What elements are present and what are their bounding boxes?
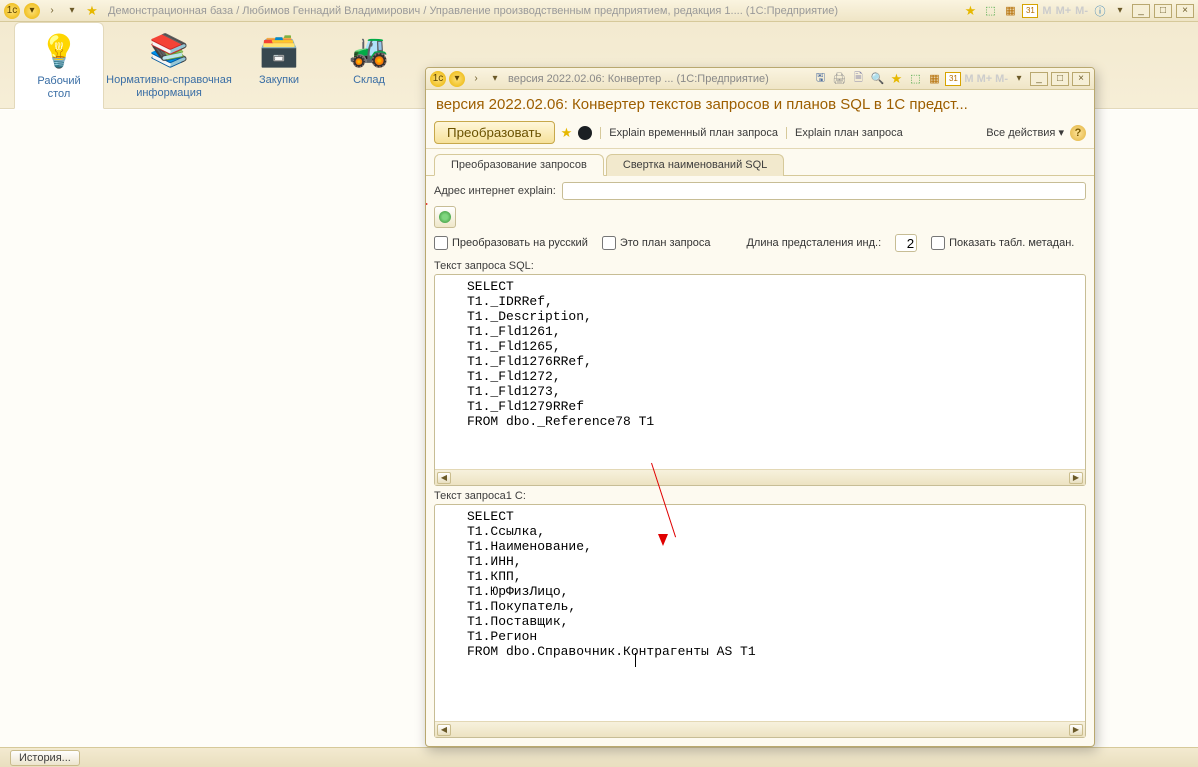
help-icon[interactable]: ? bbox=[1070, 125, 1086, 141]
outer-window-title: Демонстрационная база / Любимов Геннадий… bbox=[108, 5, 838, 17]
outer-minimize-button[interactable]: _ bbox=[1132, 4, 1150, 18]
inner-close-button[interactable]: × bbox=[1072, 72, 1090, 86]
convert-button[interactable]: Преобразовать bbox=[434, 121, 555, 144]
purchases-icon: 🗃️ bbox=[255, 28, 303, 72]
toolbar-item-label: Нормативно-справочная информация bbox=[104, 74, 234, 100]
titlebar-info-dropdown-icon[interactable]: ▾ bbox=[1112, 3, 1128, 19]
chk-metadata-label: Показать табл. метадан. bbox=[949, 237, 1074, 249]
inner-save-icon[interactable]: 🖫 bbox=[812, 71, 828, 87]
nav-forward-icon[interactable]: › bbox=[44, 3, 60, 19]
all-actions-link[interactable]: Все действия ▾ bbox=[986, 126, 1064, 139]
inner-calc-icon[interactable]: ▦ bbox=[926, 71, 942, 87]
inner-app-menu-icon[interactable]: 1c bbox=[430, 71, 446, 87]
inner-mplus-icon[interactable]: M+ bbox=[977, 73, 993, 85]
explain-address-input[interactable] bbox=[562, 182, 1086, 200]
nav-dropdown-icon[interactable]: ▾ bbox=[24, 3, 40, 19]
inner-preview-icon[interactable]: 🗎 bbox=[850, 71, 866, 87]
chk-metadata[interactable]: Показать табл. метадан. bbox=[931, 236, 1074, 250]
inner-star-icon[interactable]: ★ bbox=[888, 71, 904, 87]
titlebar-calc-icon[interactable]: ▦ bbox=[1002, 3, 1018, 19]
inner-nav-dropdown-icon[interactable]: ▾ bbox=[449, 71, 465, 87]
inner-minimize-button[interactable]: _ bbox=[1030, 72, 1048, 86]
scroll-left-button[interactable]: ◀ bbox=[437, 472, 451, 484]
cmd-star-icon[interactable]: ★ bbox=[561, 125, 573, 141]
warehouse-icon: 🚜 bbox=[345, 28, 393, 72]
nav-history-icon[interactable]: ▾ bbox=[64, 3, 80, 19]
outer-maximize-button[interactable]: □ bbox=[1154, 4, 1172, 18]
tab-convert[interactable]: Преобразование запросов bbox=[434, 154, 604, 176]
sql-textarea-wrap: ◀ ▶ bbox=[434, 274, 1086, 486]
titlebar-mminus-icon[interactable]: M- bbox=[1075, 5, 1088, 17]
tab-collapse[interactable]: Свертка наименований SQL bbox=[606, 154, 784, 176]
chk-plan-label: Это план запроса bbox=[620, 237, 711, 249]
inner-tool1-icon[interactable]: ⬚ bbox=[907, 71, 923, 87]
titlebar-info-icon[interactable]: ⓘ bbox=[1092, 3, 1108, 19]
inner-maximize-button[interactable]: □ bbox=[1051, 72, 1069, 86]
favorites-star-icon[interactable]: ★ bbox=[84, 3, 100, 19]
toolbar-item-label: Склад bbox=[324, 74, 414, 87]
explain-address-label: Адрес интернет explain: bbox=[434, 185, 556, 197]
sql-hscrollbar[interactable]: ◀ ▶ bbox=[435, 469, 1085, 485]
chk-metadata-input[interactable] bbox=[931, 236, 945, 250]
result-text-label: Текст запроса1 С: bbox=[434, 490, 1086, 502]
outer-titlebar: 1c ▾ › ▾ ★ Демонстрационная база / Любим… bbox=[0, 0, 1198, 22]
titlebar-star-icon[interactable]: ★ bbox=[962, 3, 978, 19]
titlebar-tool1-icon[interactable]: ⬚ bbox=[982, 3, 998, 19]
inner-titlebar: 1c ▾ › ▾ версия 2022.02.06: Конвертер ..… bbox=[426, 68, 1094, 90]
chevron-down-icon: ▾ bbox=[1058, 127, 1064, 139]
annotation-arrow-convert-icon bbox=[425, 199, 428, 209]
inner-title-full: версия 2022.02.06: Конвертер текстов зап… bbox=[436, 96, 1084, 113]
result-hscrollbar[interactable]: ◀ ▶ bbox=[435, 721, 1085, 737]
toolbar-item-desktop[interactable]: 💡 Рабочий стол bbox=[14, 22, 104, 109]
toolbar-item-reference[interactable]: 📚 Нормативно-справочная информация bbox=[104, 22, 234, 100]
inner-print-icon[interactable]: 🖨 bbox=[831, 71, 847, 87]
scroll-right-button[interactable]: ▶ bbox=[1069, 472, 1083, 484]
converter-window: 1c ▾ › ▾ версия 2022.02.06: Конвертер ..… bbox=[425, 67, 1095, 747]
inner-m-icon[interactable]: M bbox=[964, 73, 973, 85]
outer-close-button[interactable]: × bbox=[1176, 4, 1194, 18]
inner-mminus-icon[interactable]: M- bbox=[995, 73, 1008, 85]
sql-textarea[interactable] bbox=[435, 275, 1085, 469]
chk-russian-label: Преобразовать на русский bbox=[452, 237, 588, 249]
app-menu-icon[interactable]: 1c bbox=[4, 3, 20, 19]
inner-header: версия 2022.02.06: Конвертер текстов зап… bbox=[426, 90, 1094, 117]
statusbar: История... bbox=[0, 747, 1198, 767]
tab-bar: Преобразование запросов Свертка наименов… bbox=[426, 153, 1094, 176]
history-button[interactable]: История... bbox=[10, 750, 80, 766]
open-url-button[interactable] bbox=[434, 206, 456, 228]
main-panel: Адрес интернет explain: Преобразовать на… bbox=[426, 176, 1094, 746]
index-length-label: Длина предсталения инд.: bbox=[746, 237, 881, 249]
explain-plan-link[interactable]: Explain план запроса bbox=[786, 127, 903, 139]
chk-plan[interactable]: Это план запроса bbox=[602, 236, 711, 250]
inner-calendar-icon[interactable]: 31 bbox=[945, 72, 961, 86]
globe-icon bbox=[439, 211, 451, 223]
chk-russian[interactable]: Преобразовать на русский bbox=[434, 236, 588, 250]
result-textarea[interactable] bbox=[435, 505, 1085, 721]
index-length-input[interactable] bbox=[895, 234, 917, 252]
titlebar-mplus-icon[interactable]: M+ bbox=[1056, 5, 1072, 17]
sql-text-label: Текст запроса SQL: bbox=[434, 260, 1086, 272]
result-textarea-wrap: ◀ ▶ bbox=[434, 504, 1086, 738]
explain-temp-link[interactable]: Explain временный план запроса bbox=[600, 127, 778, 139]
command-bar: Преобразовать ★ Explain временный план з… bbox=[426, 117, 1094, 149]
inner-nav-forward-icon[interactable]: › bbox=[468, 71, 484, 87]
toolbar-item-label: Закупки bbox=[234, 74, 324, 87]
chk-plan-input[interactable] bbox=[602, 236, 616, 250]
scroll-right-button[interactable]: ▶ bbox=[1069, 724, 1083, 736]
toolbar-item-label: Рабочий стол bbox=[15, 75, 103, 101]
scroll-left-button[interactable]: ◀ bbox=[437, 724, 451, 736]
inner-window-title: версия 2022.02.06: Конвертер ... (1С:Пре… bbox=[508, 73, 769, 85]
inner-nav-history-icon[interactable]: ▾ bbox=[487, 71, 503, 87]
inner-search-icon[interactable]: 🔍 bbox=[869, 71, 885, 87]
desktop-icon: 💡 bbox=[35, 29, 83, 73]
toolbar-item-warehouse[interactable]: 🚜 Склад bbox=[324, 22, 414, 87]
titlebar-m-icon[interactable]: M bbox=[1042, 5, 1051, 17]
github-icon[interactable] bbox=[578, 126, 592, 140]
text-caret bbox=[635, 653, 636, 667]
titlebar-calendar-icon[interactable]: 31 bbox=[1022, 4, 1038, 18]
inner-dropdown-icon[interactable]: ▾ bbox=[1011, 71, 1027, 87]
toolbar-item-purchases[interactable]: 🗃️ Закупки bbox=[234, 22, 324, 87]
reference-icon: 📚 bbox=[145, 28, 193, 72]
chk-russian-input[interactable] bbox=[434, 236, 448, 250]
